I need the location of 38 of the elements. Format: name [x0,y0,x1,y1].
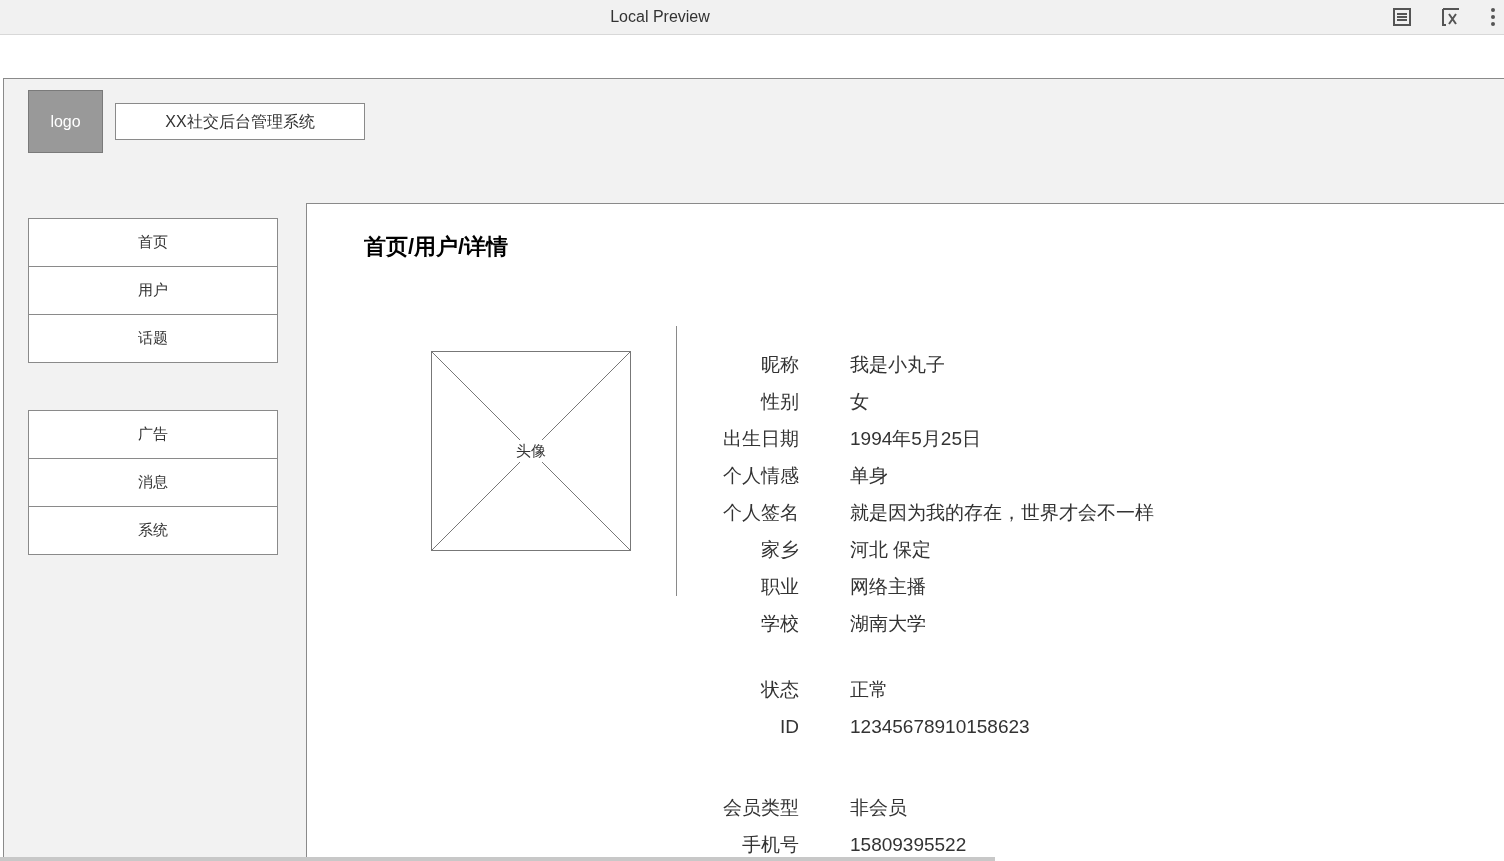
field-label: 性别 [759,390,799,413]
field-label: 手机号 [741,833,799,856]
field-value: 湖南大学 [850,612,926,635]
more-icon[interactable] [1490,7,1496,27]
field-label: 昵称 [760,353,799,376]
field-label: 出生日期 [722,427,799,450]
field-label: 学校 [760,612,799,635]
field-value: 就是因为我的存在，世界才会不一样 [850,501,1154,524]
field-label: 会员类型 [722,796,799,819]
field-label: 个人情感 [722,464,799,487]
sidebar-item[interactable]: 消息 [28,458,278,507]
avatar-label: 头像 [515,439,547,463]
field-value: 我是小丸子 [850,353,945,376]
field-value: 正常 [850,678,888,701]
field-label: 状态 [760,678,799,701]
field-value: 网络主播 [850,575,926,598]
sidebar-item[interactable]: 话题 [28,314,278,363]
sidebar-item[interactable]: 首页 [28,218,278,267]
field-value: 15809395522 [850,833,967,856]
system-name: XX社交后台管理系统 [115,103,365,140]
formula-icon[interactable] [1440,6,1462,28]
document-icon[interactable] [1392,7,1412,27]
sidebar-item[interactable]: 广告 [28,410,278,459]
field-value: 河北 保定 [850,538,932,561]
field-label: 职业 [760,575,799,598]
field-value: 1994年5月25日 [850,427,981,450]
sidebar-item[interactable]: 系统 [28,506,278,555]
field-label: 个人签名 [722,501,799,524]
logo: logo [28,90,103,153]
field-value: 非会员 [850,796,907,819]
window-title: Local Preview [610,7,710,27]
field-value: 12345678910158623 [850,715,1030,738]
breadcrumb: 首页/用户/详情 [364,233,509,261]
field-label: ID [779,715,799,738]
sidebar-item[interactable]: 用户 [28,266,278,315]
field-label: 家乡 [760,538,799,561]
field-value: 女 [850,390,869,413]
field-value: 单身 [850,464,888,487]
